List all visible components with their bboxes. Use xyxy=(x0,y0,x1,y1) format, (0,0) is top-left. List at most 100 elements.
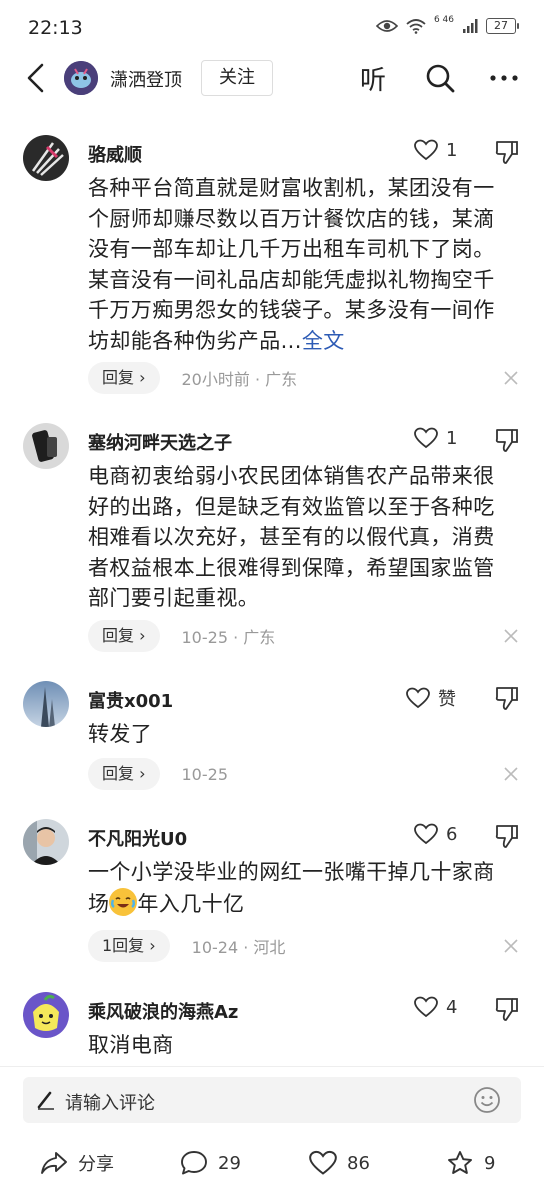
close-button[interactable] xyxy=(502,369,520,387)
comment-username[interactable]: 不凡阳光U0 xyxy=(88,825,187,851)
share-button[interactable]: 分享 xyxy=(40,1150,114,1176)
avatar-image xyxy=(23,423,69,469)
thumbs-down-icon xyxy=(495,429,518,452)
more-button[interactable] xyxy=(488,62,520,94)
avatar-image xyxy=(23,135,69,181)
dislike-button[interactable] xyxy=(494,427,520,453)
avatar[interactable] xyxy=(23,135,69,181)
comment-username[interactable]: 骆威顺 xyxy=(88,141,142,167)
network-type: 6 46 xyxy=(433,15,454,25)
like-count: 赞 xyxy=(438,689,456,710)
comment-text: 一个小学没毕业的网红一张嘴干掉几十家商场 年入几十亿 xyxy=(88,857,508,919)
avatar[interactable] xyxy=(23,992,69,1038)
heart-icon xyxy=(414,996,438,1018)
heart-icon xyxy=(414,823,438,845)
comment-meta: 1回复 › 10-24 · 河北 xyxy=(88,929,285,963)
favorite-button[interactable]: 9 xyxy=(446,1150,495,1176)
comment-input-placeholder: 请输入评论 xyxy=(65,1093,155,1114)
like-button[interactable]: 1 xyxy=(414,139,457,161)
like-post-button[interactable]: 86 xyxy=(309,1150,370,1176)
comment-time: 10-24 · 河北 xyxy=(191,938,286,957)
close-button[interactable] xyxy=(502,765,520,783)
author-name[interactable]: 潇洒登顶 xyxy=(110,66,182,92)
battery-indicator: 27 xyxy=(486,18,519,34)
top-nav: 潇洒登顶 关注 听 xyxy=(0,56,544,100)
comment-meta: 回复 › 20小时前 · 广东 xyxy=(88,361,297,395)
star-icon xyxy=(448,1151,472,1174)
heart-icon xyxy=(406,687,430,709)
comment-body: 各种平台简直就是财富收割机，某团没有一个厨师却赚尽数以百万计餐饮店的钱，某滴没有… xyxy=(88,176,495,353)
follow-button[interactable]: 关注 xyxy=(201,60,273,96)
like-count: 1 xyxy=(446,427,458,449)
search-icon xyxy=(426,64,455,93)
avatar-image xyxy=(23,992,69,1038)
status-icons: 6 46 27 xyxy=(375,15,519,34)
pen-icon xyxy=(37,1091,54,1110)
dislike-button[interactable] xyxy=(494,823,520,849)
search-button[interactable] xyxy=(424,62,456,94)
author-avatar-image xyxy=(64,61,98,95)
emoji-icon[interactable] xyxy=(473,1086,501,1114)
status-bar: 22:13 6 46 27 xyxy=(0,0,544,56)
wifi-icon xyxy=(406,19,426,34)
like-count: 4 xyxy=(446,996,458,1018)
comment-input[interactable]: 请输入评论 xyxy=(23,1077,521,1123)
read-more-link[interactable]: 全文 xyxy=(302,329,345,353)
avatar-image xyxy=(23,681,69,727)
comment-text: 各种平台简直就是财富收割机，某团没有一个厨师却赚尽数以百万计餐饮店的钱，某滴没有… xyxy=(88,173,508,356)
like-button[interactable]: 6 xyxy=(414,823,457,845)
comment-time: 10-25 xyxy=(181,764,229,784)
eye-icon xyxy=(375,20,398,32)
comment-text: 取消电商 xyxy=(88,1033,174,1057)
heart-icon xyxy=(414,427,438,449)
avatar-image xyxy=(23,819,69,865)
thumbs-down-icon xyxy=(495,825,518,848)
avatar[interactable] xyxy=(23,681,69,727)
close-icon xyxy=(504,629,518,643)
crying-laughing-emoji-icon xyxy=(109,887,138,916)
listen-button[interactable]: 听 xyxy=(360,60,386,97)
dislike-button[interactable] xyxy=(494,996,520,1022)
comment-text: 电商初衷给弱小农民团体销售农产品带来很好的出路，但是缺乏有效监管以至于各种吃相难… xyxy=(88,464,495,610)
chevron-left-icon xyxy=(27,63,44,93)
like-button[interactable]: 赞 xyxy=(406,685,456,711)
thumbs-down-icon xyxy=(495,998,518,1021)
back-button[interactable] xyxy=(20,62,50,94)
reply-button[interactable]: 回复 › xyxy=(88,362,160,394)
heart-icon xyxy=(309,1150,337,1175)
share-label: 分享 xyxy=(78,1154,114,1175)
signal-icon xyxy=(463,19,478,33)
author-avatar[interactable] xyxy=(64,61,98,95)
comment-username[interactable]: 塞纳河畔天选之子 xyxy=(88,429,232,455)
like-button[interactable]: 1 xyxy=(414,427,457,449)
comment-count-button[interactable]: 29 xyxy=(180,1150,241,1176)
more-icon xyxy=(490,75,518,81)
close-button[interactable] xyxy=(502,627,520,645)
like-button[interactable]: 4 xyxy=(414,996,457,1018)
bottom-action-bar: 分享 29 86 9 xyxy=(0,1140,544,1190)
dislike-button[interactable] xyxy=(494,685,520,711)
thumbs-down-icon xyxy=(495,687,518,710)
divider xyxy=(0,1066,544,1067)
status-time: 22:13 xyxy=(28,17,83,39)
avatar[interactable] xyxy=(23,819,69,865)
comment-body-end: 年入几十亿 xyxy=(137,891,245,916)
reply-button[interactable]: 回复 › xyxy=(88,758,160,790)
reply-button[interactable]: 回复 › xyxy=(88,620,160,652)
comment-username[interactable]: 富贵x001 xyxy=(88,687,173,713)
reply-button[interactable]: 1回复 › xyxy=(88,930,170,962)
like-count: 6 xyxy=(446,823,458,845)
comment-time: 10-25 · 广东 xyxy=(181,628,276,647)
comment-count: 29 xyxy=(218,1152,241,1174)
comment-icon xyxy=(181,1151,207,1175)
heart-icon xyxy=(414,139,438,161)
comment-meta: 回复 › 10-25 xyxy=(88,757,228,791)
close-icon xyxy=(504,767,518,781)
close-button[interactable] xyxy=(502,937,520,955)
comment-meta: 回复 › 10-25 · 广东 xyxy=(88,619,275,653)
avatar[interactable] xyxy=(23,423,69,469)
comment-username[interactable]: 乘风破浪的海燕Az xyxy=(88,998,238,1024)
thumbs-down-icon xyxy=(495,141,518,164)
comment-time: 20小时前 · 广东 xyxy=(181,370,298,389)
dislike-button[interactable] xyxy=(494,139,520,165)
